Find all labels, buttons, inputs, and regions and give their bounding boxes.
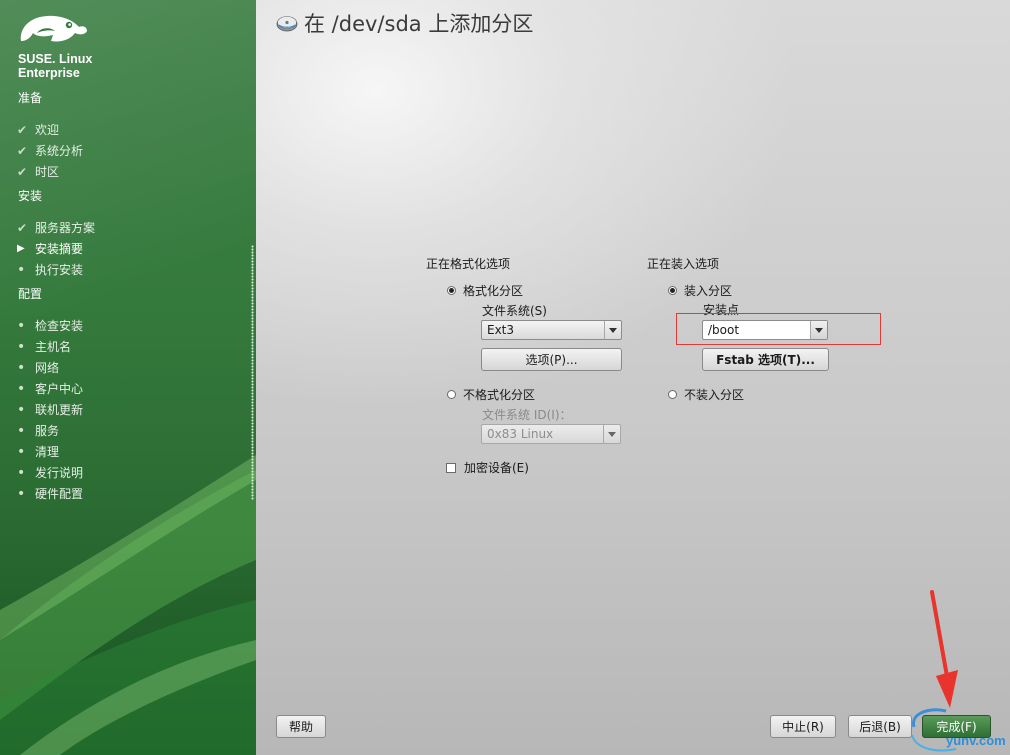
group-title-config: 配置 bbox=[18, 287, 43, 301]
sidebar: SUSE. Linux Enterprise 准备 ✔ 欢迎 ✔ 系统分析 ✔ 时区 … bbox=[0, 0, 256, 755]
step-label: 安装摘要 bbox=[35, 242, 84, 256]
step-welcome: ✔ 欢迎 bbox=[17, 121, 59, 138]
help-button[interactable]: 帮助 bbox=[276, 715, 326, 738]
format-partition-label: 格式化分区 bbox=[463, 284, 524, 298]
step-server-scenario: ✔ 服务器方案 bbox=[17, 219, 95, 236]
bullet-icon: • bbox=[17, 443, 26, 460]
filesystem-id-label: 文件系统 ID(I)： bbox=[482, 408, 572, 422]
mount-point-value[interactable]: /boot bbox=[703, 323, 810, 337]
main-panel: 在 /dev/sda 上添加分区 正在格式化选项 格式化分区 文件系统(S) E… bbox=[256, 0, 1010, 755]
step-label: 时区 bbox=[35, 165, 60, 179]
step-check-install: • 检查安装 bbox=[17, 317, 83, 334]
format-options-title: 正在格式化选项 bbox=[426, 257, 511, 271]
page-title-text: 在 /dev/sda 上添加分区 bbox=[304, 12, 534, 36]
watermark-text: yunv.com bbox=[946, 733, 1006, 748]
brand-line-2: Enterprise bbox=[18, 66, 80, 80]
filesystem-value: Ext3 bbox=[487, 323, 515, 337]
radio-unselected-indicator bbox=[668, 390, 677, 399]
bullet-icon: • bbox=[17, 485, 26, 502]
encrypt-device-checkbox[interactable]: 加密设备(E) bbox=[446, 459, 529, 476]
play-arrow-icon: ▶ bbox=[17, 243, 25, 254]
filesystem-id-select: 0x83 Linux bbox=[481, 424, 621, 444]
check-icon: ✔ bbox=[17, 220, 28, 235]
filesystem-select[interactable]: Ext3 bbox=[481, 320, 622, 340]
step-label: 检查安装 bbox=[35, 319, 84, 333]
step-label: 清理 bbox=[35, 445, 60, 459]
step-label: 硬件配置 bbox=[35, 487, 84, 501]
bullet-icon: • bbox=[17, 422, 26, 439]
filesystem-label: 文件系统(S) bbox=[482, 304, 547, 318]
check-icon: ✔ bbox=[17, 143, 28, 158]
no-format-partition-label: 不格式化分区 bbox=[463, 388, 536, 402]
radio-selected-indicator bbox=[668, 286, 677, 295]
step-label: 系统分析 bbox=[35, 144, 84, 158]
step-system-analysis: ✔ 系统分析 bbox=[17, 142, 83, 159]
group-title-prepare: 准备 bbox=[18, 91, 43, 105]
step-hardware-config: • 硬件配置 bbox=[17, 485, 83, 502]
step-cleanup: • 清理 bbox=[17, 443, 59, 460]
step-perform-install: • 执行安装 bbox=[17, 261, 83, 278]
step-online-update: • 联机更新 bbox=[17, 401, 83, 418]
bullet-icon: • bbox=[17, 464, 26, 481]
filesystem-id-value: 0x83 Linux bbox=[487, 427, 554, 441]
abort-button[interactable]: 中止(R) bbox=[770, 715, 836, 738]
mount-partition-radio[interactable]: 装入分区 bbox=[668, 282, 732, 299]
mount-options-title: 正在装入选项 bbox=[647, 257, 720, 271]
page-title: 在 /dev/sda 上添加分区 bbox=[276, 8, 533, 38]
check-icon: ✔ bbox=[17, 122, 28, 137]
step-label: 服务器方案 bbox=[35, 221, 96, 235]
bullet-icon: • bbox=[17, 261, 26, 278]
sidebar-background-swoosh bbox=[0, 455, 256, 755]
brand-line-1: SUSE. Linux bbox=[18, 52, 93, 66]
sidebar-resize-grip[interactable] bbox=[251, 245, 254, 500]
step-label: 联机更新 bbox=[35, 403, 84, 417]
step-label: 服务 bbox=[35, 424, 60, 438]
step-label: 网络 bbox=[35, 361, 60, 375]
step-customer-center: • 客户中心 bbox=[17, 380, 83, 397]
radio-unselected-indicator bbox=[447, 390, 456, 399]
format-options-button[interactable]: 选项(P)... bbox=[481, 348, 622, 371]
step-timezone: ✔ 时区 bbox=[17, 163, 59, 180]
suse-chameleon-logo bbox=[20, 15, 87, 42]
back-button[interactable]: 后退(B) bbox=[848, 715, 912, 738]
mount-partition-label: 装入分区 bbox=[684, 284, 733, 298]
step-label: 执行安装 bbox=[35, 263, 84, 277]
group-title-install: 安装 bbox=[18, 189, 43, 203]
bullet-icon: • bbox=[17, 401, 26, 418]
step-hostname: • 主机名 bbox=[17, 338, 71, 355]
step-network: • 网络 bbox=[17, 359, 59, 376]
step-label: 主机名 bbox=[35, 340, 72, 354]
hard-disk-icon bbox=[276, 16, 298, 32]
encrypt-device-label: 加密设备(E) bbox=[464, 461, 529, 475]
red-arrow-annotation-icon bbox=[930, 590, 958, 708]
checkbox-box bbox=[446, 462, 456, 473]
format-partition-radio[interactable]: 格式化分区 bbox=[447, 282, 523, 299]
step-release-notes: • 发行说明 bbox=[17, 464, 83, 481]
bullet-icon: • bbox=[17, 317, 26, 334]
step-label: 客户中心 bbox=[35, 382, 84, 396]
bullet-icon: • bbox=[17, 338, 26, 355]
mount-point-combo[interactable]: /boot bbox=[702, 320, 828, 340]
brand-text: SUSE. Linux Enterprise bbox=[18, 52, 92, 80]
chevron-down-icon[interactable] bbox=[604, 321, 621, 339]
step-label: 欢迎 bbox=[35, 123, 60, 137]
bullet-icon: • bbox=[17, 359, 26, 376]
no-format-partition-radio[interactable]: 不格式化分区 bbox=[447, 386, 535, 403]
radio-selected-indicator bbox=[447, 286, 456, 295]
step-label: 发行说明 bbox=[35, 466, 84, 480]
bullet-icon: • bbox=[17, 380, 26, 397]
chevron-down-icon[interactable] bbox=[810, 321, 827, 339]
fstab-options-button[interactable]: Fstab 选项(T)... bbox=[702, 348, 829, 371]
no-mount-partition-radio[interactable]: 不装入分区 bbox=[668, 386, 744, 403]
step-services: • 服务 bbox=[17, 422, 59, 439]
no-mount-partition-label: 不装入分区 bbox=[684, 388, 745, 402]
chevron-down-icon bbox=[603, 425, 620, 443]
check-icon: ✔ bbox=[17, 164, 28, 179]
step-install-summary: ▶ 安装摘要 bbox=[17, 240, 83, 257]
